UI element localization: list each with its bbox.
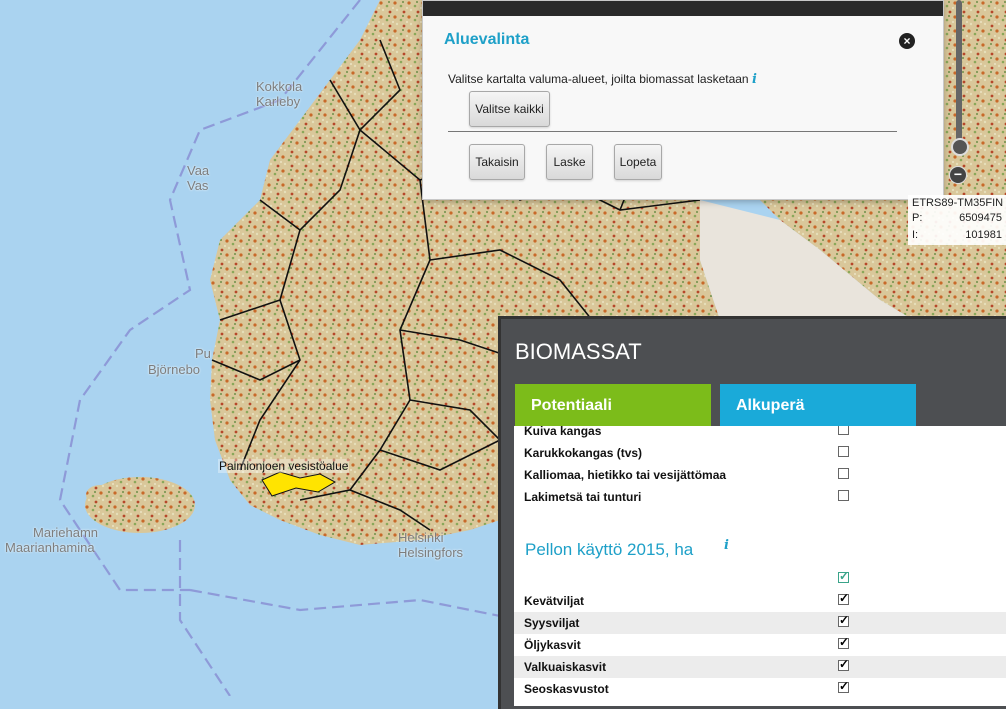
list-item: Syysviljat [514,612,1006,634]
row-checkbox[interactable] [838,657,849,671]
field-use-section-title: Pellon käyttö 2015, ha [525,540,694,559]
coord-i-label: I: [912,229,919,241]
dialog-instruction: Valitse kartalta valuma-alueet, joilta b… [448,72,757,87]
list-item: Kuiva kangas [514,426,1006,442]
close-icon[interactable]: × [899,33,915,49]
row-label: Karukkokangas (tvs) [524,446,643,460]
coord-p-value: 6509475 [959,212,1002,224]
panel-title: BIOMASSAT [515,339,642,364]
biomass-panel: BIOMASSAT Potentiaali Alkuperä Kuiva kan… [498,316,1006,709]
place-label-kokkola: Kokkola [256,79,303,94]
place-label-helsinki: Helsinki [398,530,444,545]
area-selection-dialog: Aluevalinta × Valitse kartalta valuma-al… [422,0,944,200]
place-label-vasa: Vas [187,178,209,193]
info-icon[interactable]: i [724,538,729,553]
row-checkbox[interactable] [838,679,849,693]
row-checkbox[interactable] [838,490,849,501]
row-checkbox[interactable] [838,613,849,627]
selected-area-label: Paimionjoen vesistöalue [218,459,350,473]
dialog-title: Aluevalinta [444,31,530,48]
list-item: Öljykasvit [514,634,1006,656]
tab-potential[interactable]: Potentiaali [515,384,711,426]
row-label: Öljykasvit [524,638,581,652]
panel-content: Kuiva kangas Karukkokangas (tvs) Kalliom… [514,426,1006,706]
row-label: Syysviljat [524,616,580,630]
info-icon[interactable]: i [752,72,757,87]
zoom-out-icon[interactable]: − [949,166,967,184]
place-label-karleby: Karleby [256,94,301,109]
place-label-pori: Pu [195,346,211,361]
list-item: Valkuaiskasvit [514,656,1006,678]
zoom-slider-handle[interactable] [951,138,969,156]
list-item: Lakimetsä tai tunturi [514,486,1006,508]
instruction-text: Valitse kartalta valuma-alueet, joilta b… [448,72,749,86]
dialog-header-bar [423,1,943,16]
row-checkbox[interactable] [838,591,849,605]
list-item: Karukkokangas (tvs) [514,442,1006,464]
select-all-button[interactable]: Valitse kaikki [469,91,550,127]
calculate-button[interactable]: Laske [546,144,593,180]
row-checkbox[interactable] [838,468,849,479]
row-label: Kuiva kangas [524,426,602,438]
row-label: Kevätviljat [524,594,585,608]
row-checkbox[interactable] [838,635,849,649]
row-checkbox[interactable] [838,446,849,457]
coord-i-value: 101981 [965,229,1002,241]
list-item: Kevätviljat [514,590,1006,612]
place-label-helsingfors: Helsingfors [398,545,464,560]
row-label: Lakimetsä tai tunturi [524,490,642,504]
place-label-bjorneborg: Björnebo [148,362,201,377]
coordinate-readout: ETRS89-TM35FIN P: 6509475 I: 101981 [908,195,1006,245]
list-item: Kalliomaa, hietikko tai vesijättömaa [514,464,1006,486]
stop-button[interactable]: Lopeta [614,144,662,180]
row-checkbox[interactable] [838,426,849,435]
row-label: Valkuaiskasvit [524,660,607,674]
place-label-vaasa: Vaa [187,163,210,178]
list-item: Seoskasvustot [514,678,1006,700]
coord-p-label: P: [912,212,923,224]
place-label-mariehamn: Mariehamn [33,525,99,540]
row-label: Kalliomaa, hietikko tai vesijättömaa [524,468,727,482]
place-label-maarianhamina: Maarianhamina [5,540,95,555]
back-button[interactable]: Takaisin [469,144,525,180]
dialog-divider [448,131,897,132]
row-label: Seoskasvustot [524,682,609,696]
coordinate-system: ETRS89-TM35FIN [912,197,1004,209]
zoom-slider-track[interactable] [956,0,962,150]
select-all-row [514,568,1006,590]
tab-origin[interactable]: Alkuperä [720,384,916,426]
select-all-checkbox[interactable] [838,569,849,583]
